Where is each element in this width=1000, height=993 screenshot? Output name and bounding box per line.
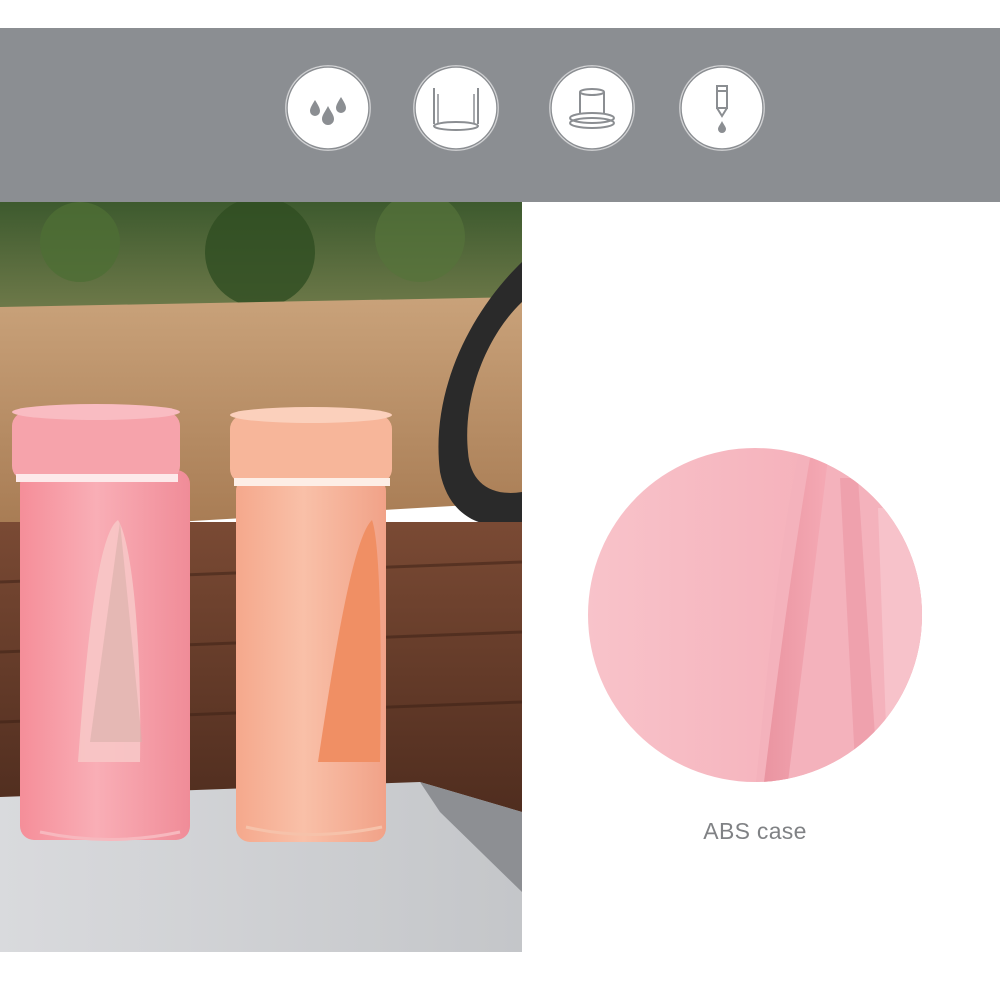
cup-lid-icon bbox=[550, 66, 634, 150]
pencil-drop-icon bbox=[680, 66, 764, 150]
glass-cup-icon bbox=[414, 66, 498, 150]
water-drops-icon bbox=[286, 66, 370, 150]
abs-case-caption: ABS case bbox=[703, 818, 807, 844]
feature-icon-row bbox=[0, 28, 1000, 202]
feature-banner bbox=[0, 28, 1000, 202]
pink-bottles-photo bbox=[0, 202, 522, 952]
abs-case-closeup bbox=[588, 448, 922, 782]
